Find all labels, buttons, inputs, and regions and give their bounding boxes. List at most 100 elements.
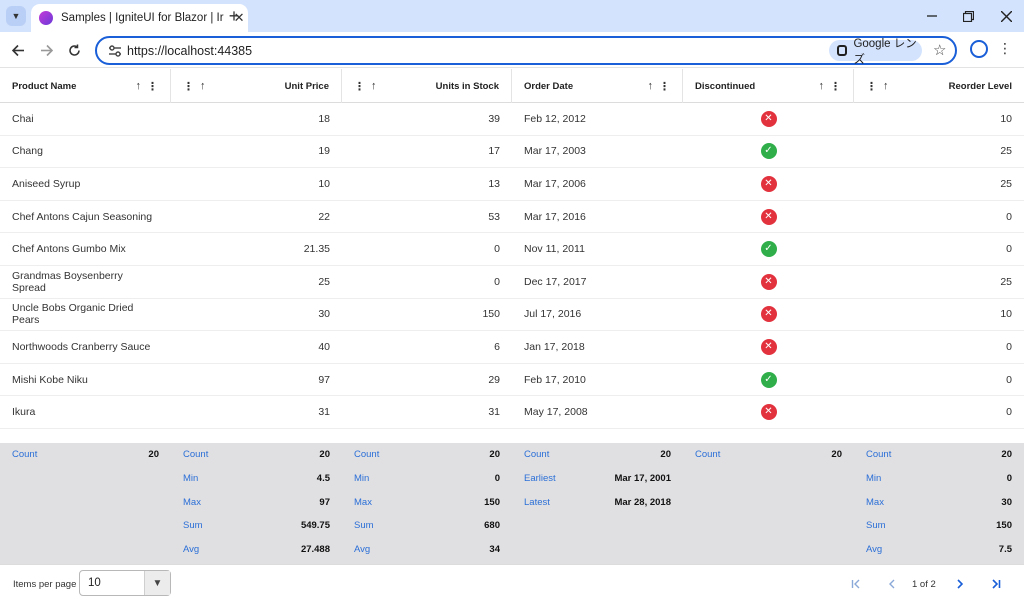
back-button[interactable] xyxy=(7,39,29,61)
cell-discontinued: ✕ xyxy=(683,331,854,363)
summary-item: Min 4.5 xyxy=(183,473,330,497)
browser-tab[interactable]: Samples | IgniteUI for Blazor | Ir ✕ xyxy=(31,4,248,32)
tab-search-button[interactable]: ▼ xyxy=(6,6,26,26)
next-page-button[interactable] xyxy=(950,574,970,594)
profile-icon[interactable] xyxy=(970,40,988,58)
summary-item: Count 20 xyxy=(12,449,159,473)
cancel-circle-icon: ✕ xyxy=(760,110,777,127)
address-bar[interactable]: https://localhost:44385 Google レンズ ☆ xyxy=(95,36,957,66)
summary-cell-name: Count 20 xyxy=(0,443,171,564)
sort-arrow-up-icon[interactable]: ↑ xyxy=(136,80,142,92)
summary-row: Count 20 Count 20 Min 4.5 Max 97 Sum 549.75 Avg 27.… xyxy=(0,443,1024,564)
column-menu-icon[interactable]: ⋮ xyxy=(830,80,841,93)
cell-reorder: 25 xyxy=(1000,275,1012,288)
summary-value: 549.75 xyxy=(300,520,330,532)
table-row[interactable]: Ikura 31 31 May 17, 2008 ✕ 0 xyxy=(0,396,1024,429)
summary-item: Count 20 xyxy=(866,449,1012,473)
summary-label: Max xyxy=(354,496,372,508)
column-header-label: Product Name xyxy=(12,80,77,92)
sort-arrow-up-icon[interactable]: ↑ xyxy=(371,80,377,92)
column-menu-icon[interactable]: ⋮ xyxy=(866,80,877,93)
cell-date: Mar 17, 2003 xyxy=(524,145,586,158)
column-header-stock[interactable]: ⋮ ↑ Units in Stock xyxy=(342,69,512,103)
new-tab-button[interactable]: + xyxy=(224,6,244,26)
column-menu-icon[interactable]: ⋮ xyxy=(354,80,365,93)
items-per-page-select[interactable]: 10 ▼ xyxy=(79,570,171,596)
restore-button[interactable] xyxy=(950,0,986,32)
cell-stock: 17 xyxy=(488,145,500,158)
summary-value: 4.5 xyxy=(316,472,330,484)
cell-reorder: 10 xyxy=(1000,112,1012,125)
summary-value: 20 xyxy=(148,449,159,460)
column-header-label: Discontinued xyxy=(695,80,756,92)
column-header-discontinued[interactable]: Discontinued ↑ ⋮ xyxy=(683,69,854,103)
summary-label: Min xyxy=(183,472,199,484)
cell-stock: 39 xyxy=(488,112,500,125)
page-indicator: 1 of 2 xyxy=(912,579,936,590)
table-row[interactable]: Northwoods Cranberry Sauce 40 6 Jan 17, 201… xyxy=(0,331,1024,364)
column-header-name[interactable]: Product Name ↑ ⋮ xyxy=(0,69,171,103)
table-row[interactable]: Chef Antons Cajun Seasoning 22 53 Mar 17, 2… xyxy=(0,201,1024,234)
site-settings-icon[interactable] xyxy=(107,43,123,59)
table-row[interactable]: Uncle Bobs Organic Dried Pears 30 150 Jul 1… xyxy=(0,299,1024,332)
cell-name: Aniseed Syrup xyxy=(12,177,81,190)
reload-button[interactable] xyxy=(63,39,85,61)
check-circle-icon: ✓ xyxy=(760,371,777,388)
summary-item: Max 150 xyxy=(354,497,500,521)
check-circle-icon: ✓ xyxy=(760,143,777,160)
table-row[interactable]: Chang 19 17 Mar 17, 2003 ✓ 25 xyxy=(0,136,1024,169)
last-page-button[interactable] xyxy=(986,574,1006,594)
cell-discontinued: ✓ xyxy=(683,233,854,265)
cell-name: Chai xyxy=(12,112,34,125)
column-menu-icon[interactable]: ⋮ xyxy=(183,80,194,93)
google-lens-button[interactable]: Google レンズ xyxy=(829,38,922,66)
grid-body: Chai 18 39 Feb 12, 2012 ✕ 10 Chang 19 17 Mar 17, … xyxy=(0,103,1024,443)
cell-price: 18 xyxy=(318,112,330,125)
column-header-price[interactable]: ⋮ ↑ Unit Price xyxy=(171,69,342,103)
browser-tab-bar: ▼ Samples | IgniteUI for Blazor | Ir ✕ + xyxy=(0,0,1024,32)
column-header-date[interactable]: Order Date ↑ ⋮ xyxy=(512,69,683,103)
table-row[interactable]: Grandmas Boysenberry Spread 25 0 Dec 17, 20… xyxy=(0,266,1024,299)
summary-item: Count 20 xyxy=(354,449,500,473)
cell-name: Ikura xyxy=(12,406,36,419)
cell-price: 22 xyxy=(318,210,330,223)
summary-value: 150 xyxy=(996,520,1012,532)
summary-item: Latest Mar 28, 2018 xyxy=(524,497,671,521)
table-row[interactable]: Chai 18 39 Feb 12, 2012 ✕ 10 xyxy=(0,103,1024,136)
reload-icon xyxy=(68,44,80,56)
sort-arrow-up-icon[interactable]: ↑ xyxy=(819,80,825,92)
column-menu-icon[interactable]: ⋮ xyxy=(147,80,158,93)
browser-menu-icon[interactable]: ⋮ xyxy=(998,40,1012,57)
summary-item: Sum 549.75 xyxy=(183,520,330,544)
sort-arrow-up-icon[interactable]: ↑ xyxy=(200,80,206,92)
summary-value: Mar 28, 2018 xyxy=(614,496,671,508)
cell-discontinued: ✕ xyxy=(683,168,854,200)
cell-price: 31 xyxy=(318,406,330,419)
chevron-down-icon[interactable]: ▼ xyxy=(144,571,170,595)
grid-paginator: Items per page 10 ▼ 1 of 2 xyxy=(0,564,1024,602)
summary-item: Count 20 xyxy=(183,449,330,473)
column-header-label: Reorder Level xyxy=(948,80,1012,92)
bookmark-star-icon[interactable]: ☆ xyxy=(933,41,946,59)
summary-label: Count xyxy=(695,449,721,460)
close-window-button[interactable] xyxy=(988,0,1024,32)
cell-discontinued: ✕ xyxy=(683,103,854,135)
cell-discontinued: ✓ xyxy=(683,364,854,396)
summary-item: Min 0 xyxy=(354,473,500,497)
table-row[interactable]: Mishi Kobe Niku 97 29 Feb 17, 2010 ✓ 0 xyxy=(0,364,1024,397)
column-header-reorder[interactable]: ⋮ ↑ Reorder Level xyxy=(854,69,1024,103)
previous-page-button[interactable] xyxy=(882,574,902,594)
header-controls: ↑ ⋮ xyxy=(136,80,159,93)
sort-arrow-up-icon[interactable]: ↑ xyxy=(883,80,889,92)
cell-date: Mar 17, 2016 xyxy=(524,210,586,223)
table-row[interactable]: Chef Antons Gumbo Mix 21.35 0 Nov 11, 2011 ✓… xyxy=(0,233,1024,266)
forward-button[interactable] xyxy=(35,39,57,61)
column-menu-icon[interactable]: ⋮ xyxy=(659,80,670,93)
minimize-button[interactable] xyxy=(914,0,950,32)
first-page-button[interactable] xyxy=(846,574,866,594)
tab-title: Samples | IgniteUI for Blazor | Ir xyxy=(61,12,224,24)
sort-arrow-up-icon[interactable]: ↑ xyxy=(648,80,654,92)
grid-header-row: Product Name ↑ ⋮ ⋮ ↑ Unit Price ⋮ ↑ Units in Sto… xyxy=(0,69,1024,103)
table-row[interactable]: Aniseed Syrup 10 13 Mar 17, 2006 ✕ 25 xyxy=(0,168,1024,201)
summary-cell-price: Count 20 Min 4.5 Max 97 Sum 549.75 Avg 27.488 xyxy=(171,443,342,564)
